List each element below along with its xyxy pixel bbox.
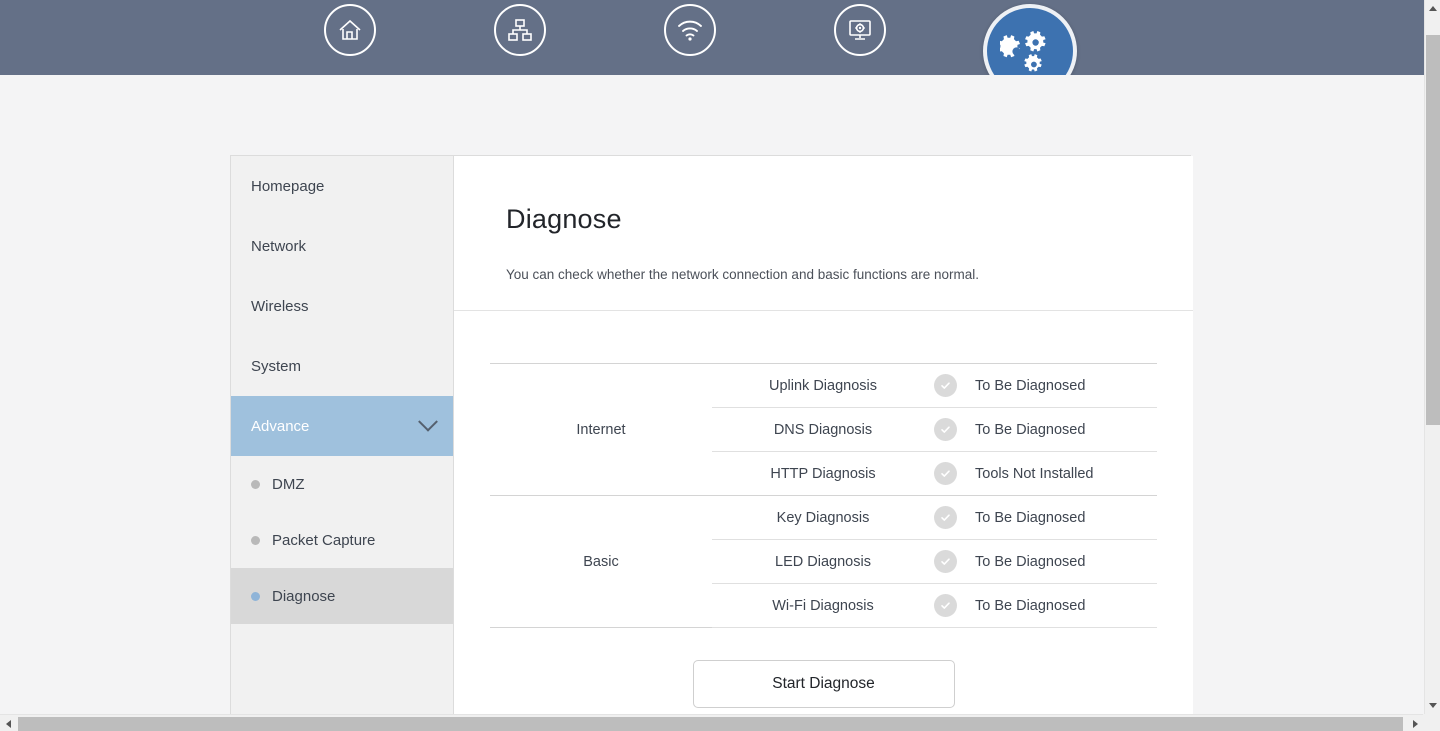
diagnosis-table: Internet Uplink Diagnosis To Be Diagnose… (490, 363, 1157, 628)
app-root: HOME INTERNET (0, 0, 1440, 731)
bullet-icon (251, 535, 260, 545)
scroll-left-arrow-icon[interactable] (0, 715, 16, 731)
sidebar-subitem-label: Packet Capture (272, 531, 376, 549)
diagnosis-status-cell: To Be Diagnosed (934, 583, 1157, 628)
check-circle-icon (934, 418, 957, 441)
top-navigation-bar: HOME INTERNET (0, 0, 1424, 98)
diagnosis-status-text: To Be Diagnosed (975, 377, 1086, 394)
diagnosis-name: HTTP Diagnosis (770, 465, 876, 482)
browser-viewport: HOME INTERNET (0, 0, 1424, 714)
sidebar-item-label: Advance (251, 417, 310, 435)
diagnosis-status-cell: To Be Diagnosed (934, 495, 1157, 540)
content-header: Diagnose You can check whether the netwo… (454, 156, 1193, 311)
start-diagnose-button[interactable]: Start Diagnose (692, 660, 955, 708)
monitor-gear-icon (834, 4, 886, 56)
check-circle-icon (934, 506, 957, 529)
horizontal-scrollbar[interactable] (0, 714, 1440, 731)
diagnosis-status-text: To Be Diagnosed (975, 421, 1086, 438)
chevron-down-icon (418, 411, 438, 432)
bullet-icon (251, 591, 260, 601)
sidebar-item-network[interactable]: Network (231, 216, 453, 276)
sidebar-subitem-label: Diagnose (272, 587, 336, 605)
check-circle-icon (934, 462, 957, 485)
diagnosis-name: Uplink Diagnosis (712, 363, 934, 408)
network-tree-icon (494, 4, 546, 56)
group-label-basic: Basic (490, 495, 712, 628)
vertical-scrollbar-thumb[interactable] (1426, 35, 1440, 425)
table-row: Basic Key Diagnosis To Be Diagnosed (490, 495, 1157, 628)
sidebar-item-packet-capture[interactable]: Packet Capture (231, 512, 453, 568)
diagnosis-name: LED Diagnosis (712, 539, 934, 584)
sidebar-subitem-label: DMZ (272, 475, 305, 493)
diagnosis-status-cell: Tools Not Installed (934, 452, 1157, 496)
sidebar-item-homepage[interactable]: Homepage (231, 156, 453, 216)
sidebar-item-advance[interactable]: Advance (231, 396, 453, 456)
diagnosis-status-cell: To Be Diagnosed (934, 539, 1157, 584)
diagnosis-status-text: To Be Diagnosed (975, 553, 1086, 570)
diagnosis-status-text: Tools Not Installed (975, 465, 1094, 482)
sidebar-item-diagnose[interactable]: Diagnose (231, 568, 453, 624)
scroll-up-arrow-icon[interactable] (1425, 0, 1440, 17)
house-icon (324, 4, 376, 56)
diagnosis-name: Key Diagnosis (712, 495, 934, 540)
content-area: Diagnose You can check whether the netwo… (454, 156, 1193, 714)
check-circle-icon (934, 594, 957, 617)
diagnosis-status-text: To Be Diagnosed (975, 509, 1086, 526)
sidebar-item-system[interactable]: System (231, 336, 453, 396)
diagnosis-status-text: To Be Diagnosed (975, 597, 1086, 614)
top-nav-items: HOME INTERNET (290, 0, 1090, 98)
page-description: You can check whether the network connec… (506, 267, 980, 282)
group-label-internet: Internet (490, 363, 712, 496)
horizontal-scrollbar-thumb[interactable] (18, 717, 1403, 731)
page-title: Diagnose (506, 204, 622, 234)
sidebar-menu: Homepage Network Wireless System Advance (231, 156, 454, 714)
wifi-icon (664, 4, 716, 56)
scroll-right-arrow-icon[interactable] (1407, 715, 1423, 731)
nav-item-wifi[interactable]: Wi-Fi (630, 0, 750, 56)
sidebar-item-wireless[interactable]: Wireless (231, 276, 453, 336)
nav-item-home[interactable]: HOME (290, 0, 410, 56)
vertical-scrollbar[interactable] (1424, 0, 1440, 714)
scrollbar-corner (1423, 714, 1440, 731)
check-circle-icon (934, 374, 957, 397)
sidebar-item-dmz[interactable]: DMZ (231, 456, 453, 512)
table-row: Internet Uplink Diagnosis To Be Diagnose… (490, 363, 1157, 496)
diagnosis-status-cell: To Be Diagnosed (934, 407, 1157, 452)
diagnosis-table-area: Internet Uplink Diagnosis To Be Diagnose… (454, 311, 1193, 708)
nav-item-devices[interactable]: DEVICES (800, 0, 920, 56)
nav-item-internet[interactable]: INTERNET (460, 0, 580, 56)
sidebar-item-label: System (251, 357, 302, 375)
diagnosis-status-cell: To Be Diagnosed (934, 363, 1157, 408)
diagnosis-name: Wi-Fi Diagnosis (712, 583, 934, 628)
sidebar-item-label: Network (251, 237, 307, 255)
scroll-down-arrow-icon[interactable] (1425, 697, 1440, 714)
check-circle-icon (934, 550, 957, 573)
settings-panel: Homepage Network Wireless System Advance (230, 155, 1193, 714)
button-row: Start Diagnose (490, 660, 1157, 708)
diagnosis-name: DNS Diagnosis (712, 407, 934, 452)
sidebar-item-label: Wireless (251, 297, 309, 315)
bullet-icon (251, 479, 260, 489)
sidebar-item-label: Homepage (251, 177, 325, 195)
page-body: Homepage Network Wireless System Advance (0, 75, 1424, 714)
